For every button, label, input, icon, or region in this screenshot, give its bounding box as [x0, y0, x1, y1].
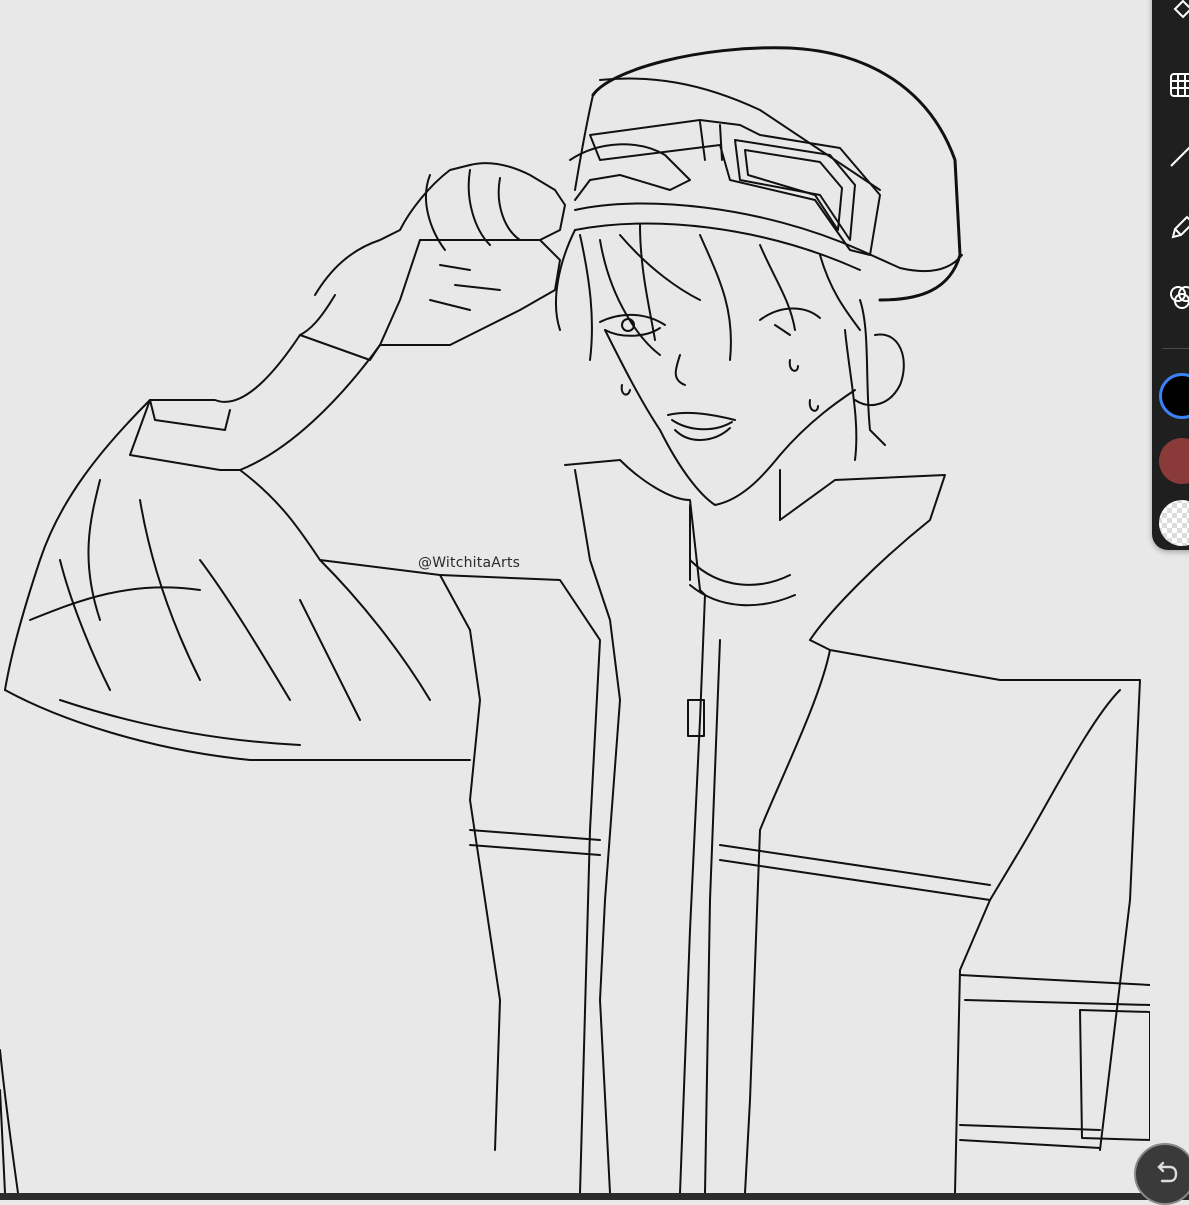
drawing-canvas[interactable]: @WitchitaArts: [0, 0, 1189, 1200]
undo-icon: [1157, 1161, 1178, 1183]
transparent-color-swatch[interactable]: [1159, 500, 1189, 546]
toolbar-divider: [1162, 348, 1189, 349]
pen-icon[interactable]: [1162, 208, 1189, 248]
undo-button[interactable]: [1134, 1143, 1189, 1205]
paint-bucket-icon[interactable]: [1162, 0, 1189, 32]
tool-strip: [1152, 0, 1189, 550]
primary-color-swatch[interactable]: [1159, 373, 1189, 419]
line-art-drawing: [0, 46, 1150, 1193]
bottom-bar: [0, 1193, 1189, 1200]
blend-icon[interactable]: [1162, 278, 1189, 318]
secondary-color-swatch[interactable]: [1159, 438, 1189, 484]
artist-watermark: @WitchitaArts: [418, 555, 521, 571]
grid-icon[interactable]: [1162, 65, 1189, 105]
line-icon[interactable]: [1162, 135, 1189, 175]
